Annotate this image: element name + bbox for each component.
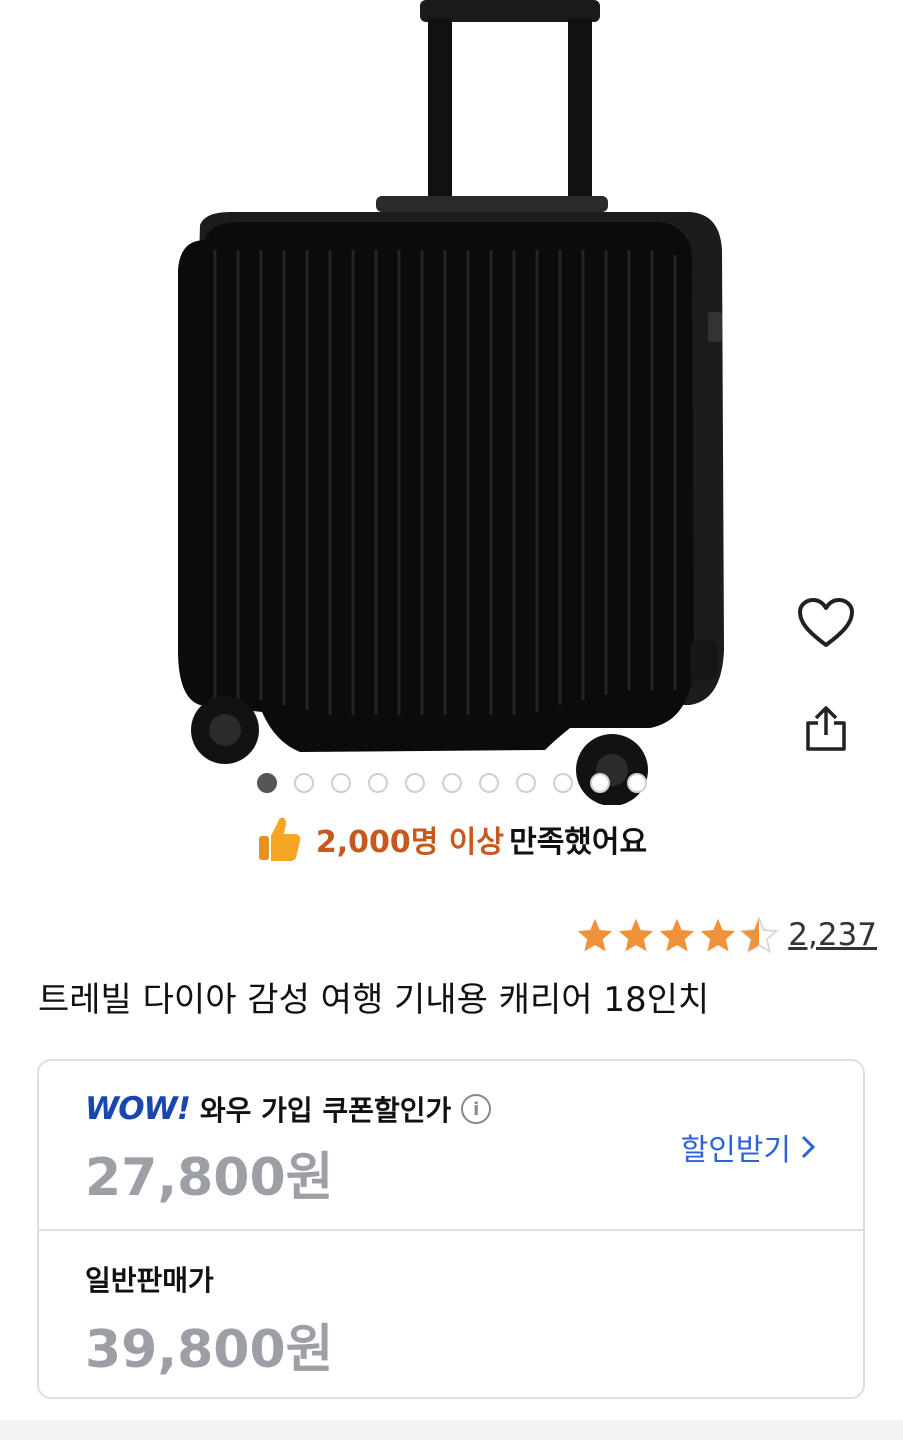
star-icon bbox=[619, 918, 654, 952]
price-divider bbox=[39, 1229, 863, 1231]
rating-summary[interactable]: 2,237 bbox=[576, 912, 877, 958]
star-icon bbox=[660, 918, 695, 952]
satisfaction-text: 만족했어요 bbox=[509, 825, 648, 860]
carousel-dot[interactable] bbox=[515, 773, 536, 793]
share-icon bbox=[806, 706, 846, 751]
satisfaction-highlight: 2,000명 이상 bbox=[315, 825, 505, 860]
wishlist-button[interactable] bbox=[795, 592, 857, 654]
carousel-dot[interactable] bbox=[478, 773, 499, 793]
product-image[interactable] bbox=[0, 0, 903, 805]
satisfaction-banner: 2,000명 이상 만족했어요 bbox=[0, 812, 903, 866]
carousel-dot[interactable] bbox=[404, 773, 425, 793]
carousel-dot[interactable] bbox=[330, 773, 351, 793]
section-separator bbox=[0, 1420, 903, 1440]
carousel-dot[interactable] bbox=[256, 773, 277, 793]
carousel-dot[interactable] bbox=[441, 773, 462, 793]
carousel-dot[interactable] bbox=[367, 773, 388, 793]
star-icon bbox=[578, 918, 613, 952]
carousel-dot[interactable] bbox=[626, 773, 647, 793]
info-icon[interactable]: i bbox=[461, 1094, 492, 1124]
chevron-right-icon bbox=[801, 1135, 815, 1159]
normal-price: 39,800원 bbox=[85, 1320, 334, 1380]
star-icon bbox=[701, 918, 736, 952]
carousel-dot[interactable] bbox=[293, 773, 314, 793]
carousel-indicator bbox=[0, 773, 903, 797]
heart-icon bbox=[798, 598, 854, 647]
price-box: WOW! 와우 가입 쿠폰할인가 i 27,800원 할인받기 일반판매가 39… bbox=[37, 1059, 865, 1399]
share-button[interactable] bbox=[795, 698, 857, 760]
get-discount-button[interactable]: 할인받기 bbox=[681, 1125, 815, 1169]
wow-logo: WOW! bbox=[85, 1091, 191, 1127]
carousel-dot[interactable] bbox=[589, 773, 610, 793]
carousel-dot[interactable] bbox=[552, 773, 573, 793]
wow-price: 27,800원 bbox=[85, 1148, 334, 1208]
review-count[interactable]: 2,237 bbox=[788, 917, 877, 953]
wow-price-header: WOW! 와우 가입 쿠폰할인가 i bbox=[85, 1089, 492, 1129]
half-star-icon bbox=[740, 917, 779, 953]
star-rating bbox=[576, 917, 779, 953]
wow-price-label: 와우 가입 쿠폰할인가 bbox=[199, 1094, 452, 1127]
get-discount-label: 할인받기 bbox=[680, 1133, 791, 1168]
thumbs-up-icon bbox=[258, 817, 301, 861]
product-title: 트레빌 다이아 감성 여행 기내용 캐리어 18인치 bbox=[38, 980, 710, 1020]
normal-price-label: 일반판매가 bbox=[85, 1264, 214, 1297]
